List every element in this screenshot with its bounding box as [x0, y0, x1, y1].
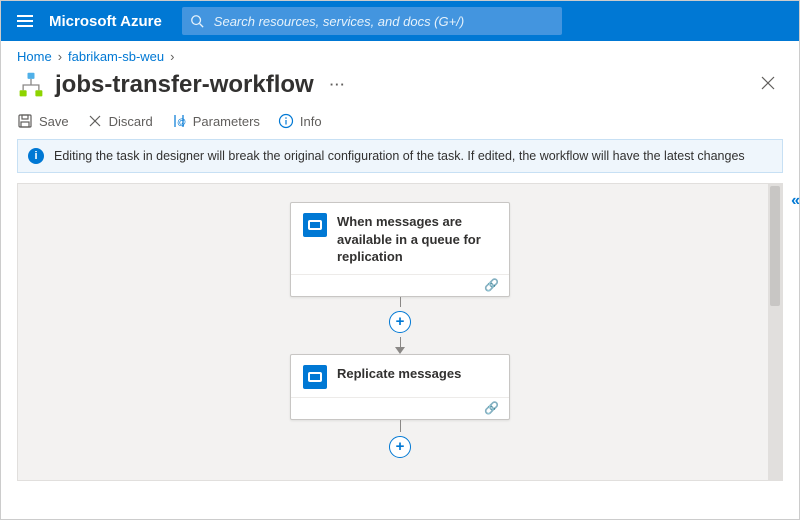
action-node-title: Replicate messages: [337, 365, 461, 383]
overflow-menu-button[interactable]: ···: [330, 77, 346, 92]
workflow-flow: When messages are available in a queue f…: [18, 184, 782, 462]
trigger-node-title: When messages are available in a queue f…: [337, 213, 497, 266]
global-search-input[interactable]: [212, 13, 554, 30]
hamburger-icon: [17, 15, 33, 27]
azure-top-bar: Microsoft Azure: [1, 1, 799, 41]
service-bus-icon: [303, 365, 327, 389]
info-icon: [278, 113, 294, 129]
logic-app-icon: [17, 71, 45, 99]
breadcrumb: Home › fabrikam-sb-weu ›: [1, 41, 799, 68]
canvas-scroll-area[interactable]: When messages are available in a queue f…: [18, 184, 782, 480]
discard-button[interactable]: Discard: [87, 113, 153, 129]
global-search[interactable]: [182, 7, 562, 35]
hamburger-menu-button[interactable]: [1, 1, 49, 41]
discard-label: Discard: [109, 114, 153, 129]
parameters-label: Parameters: [193, 114, 260, 129]
svg-text:@: @: [177, 117, 186, 127]
designer-canvas[interactable]: « When messages are available in a queue…: [17, 183, 783, 481]
add-step-button[interactable]: +: [389, 311, 411, 333]
service-bus-icon: [303, 213, 327, 237]
parameters-icon: @: [171, 113, 187, 129]
link-icon: 🔗: [484, 401, 499, 415]
trigger-node[interactable]: When messages are available in a queue f…: [290, 202, 510, 297]
info-banner-icon: i: [28, 148, 44, 164]
action-node[interactable]: Replicate messages 🔗: [290, 354, 510, 420]
chevron-right-icon: ›: [58, 49, 62, 64]
save-icon: [17, 113, 33, 129]
link-icon: 🔗: [484, 278, 499, 292]
parameters-button[interactable]: @ Parameters: [171, 113, 260, 129]
connector-2: +: [389, 420, 411, 462]
breadcrumb-home[interactable]: Home: [17, 49, 52, 64]
info-button[interactable]: Info: [278, 113, 322, 129]
close-blade-button[interactable]: [753, 70, 783, 99]
page-title: jobs-transfer-workflow: [55, 71, 314, 99]
arrow-down-icon: [395, 347, 405, 354]
save-label: Save: [39, 114, 69, 129]
brand-label: Microsoft Azure: [49, 13, 162, 30]
collapse-panel-button[interactable]: «: [791, 192, 800, 210]
chevron-right-icon: ›: [170, 49, 174, 64]
save-button[interactable]: Save: [17, 113, 69, 129]
info-label: Info: [300, 114, 322, 129]
add-step-button[interactable]: +: [389, 436, 411, 458]
breadcrumb-parent[interactable]: fabrikam-sb-weu: [68, 49, 164, 64]
info-banner-text: Editing the task in designer will break …: [54, 149, 745, 163]
discard-icon: [87, 113, 103, 129]
connector-1: +: [389, 297, 411, 354]
search-icon: [190, 14, 204, 28]
command-bar: Save Discard @ Parameters Info: [1, 107, 799, 139]
title-row: jobs-transfer-workflow ···: [1, 68, 799, 107]
info-banner: i Editing the task in designer will brea…: [17, 139, 783, 173]
